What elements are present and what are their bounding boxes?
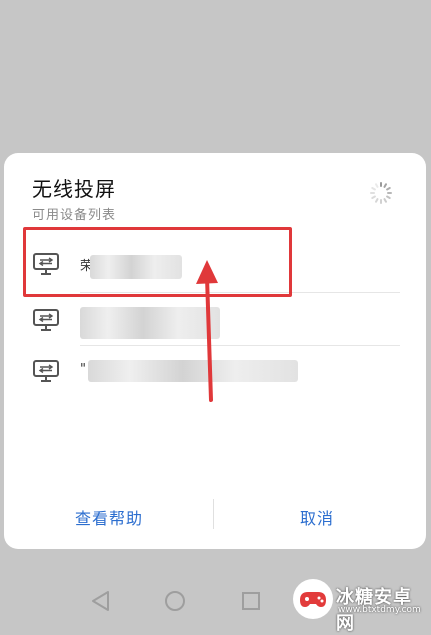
button-divider bbox=[213, 499, 214, 529]
dialog-title: 无线投屏 bbox=[32, 177, 116, 201]
cancel-button[interactable]: 取消 bbox=[300, 505, 334, 529]
help-button[interactable]: 查看帮助 bbox=[75, 505, 143, 529]
dialog-subtitle: 可用设备列表 bbox=[32, 208, 117, 223]
loading-spinner-icon bbox=[370, 182, 392, 204]
monitor-icon bbox=[33, 309, 59, 331]
annotation-highlight-box bbox=[23, 227, 292, 297]
annotation-arrow bbox=[196, 260, 218, 402]
back-icon[interactable] bbox=[86, 586, 116, 616]
watermark-url: www.btxtdmy.com bbox=[338, 605, 421, 615]
gamepad-logo-icon bbox=[293, 579, 333, 619]
monitor-icon bbox=[33, 360, 59, 382]
recents-icon[interactable] bbox=[236, 586, 266, 616]
device-name: " bbox=[80, 362, 86, 377]
home-icon[interactable] bbox=[160, 586, 190, 616]
watermark: 冰糖安卓网 www.btxtdmy.com bbox=[292, 578, 428, 634]
